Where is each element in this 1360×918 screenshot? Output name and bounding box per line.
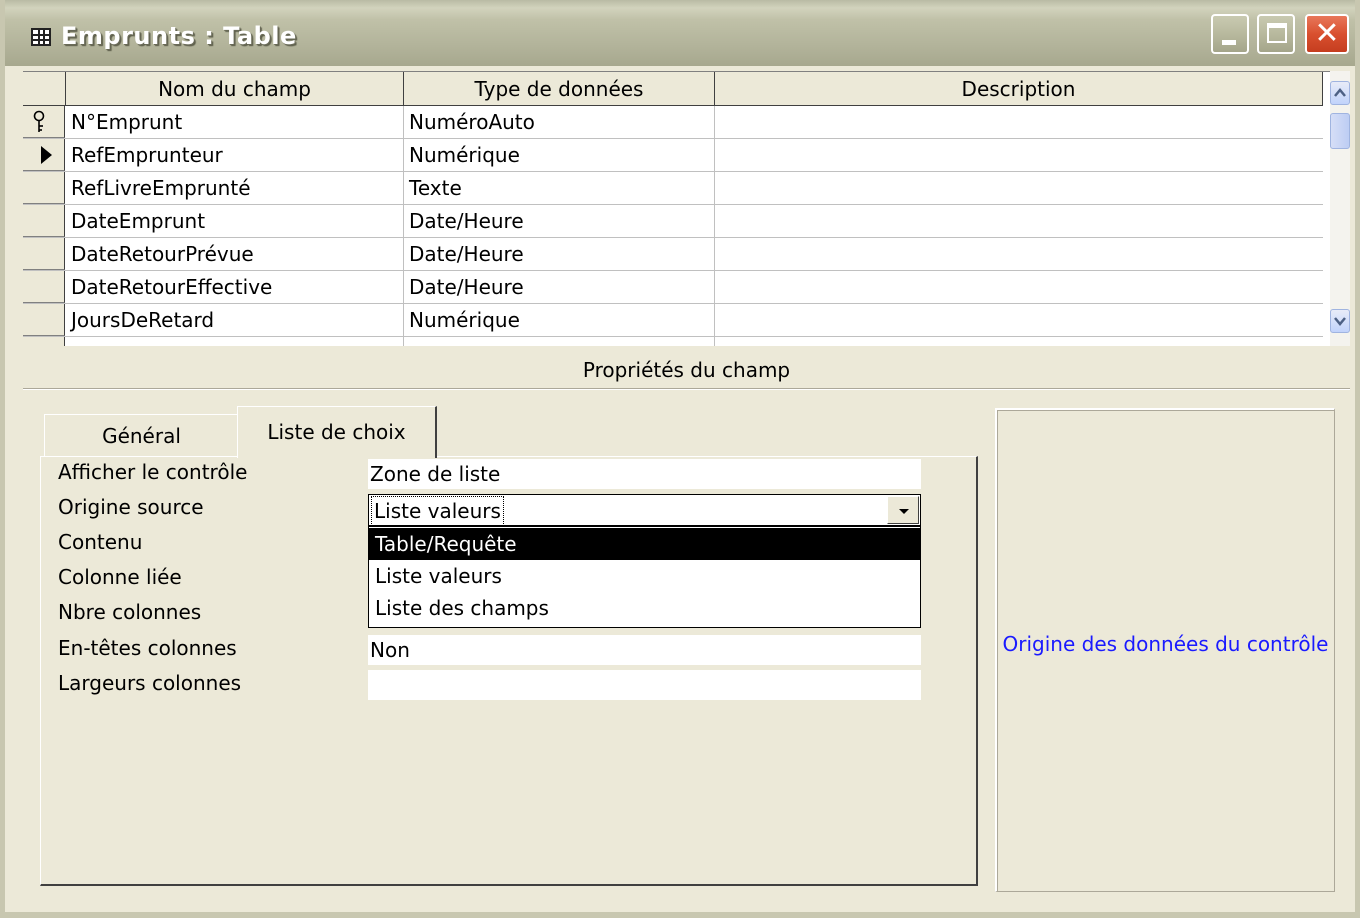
dropdown-option[interactable]: Table/Requête xyxy=(369,528,920,560)
table-row[interactable]: N°Emprunt NuméroAuto xyxy=(23,106,1323,139)
data-type-cell[interactable]: Date/Heure xyxy=(404,238,715,271)
column-heads-field[interactable]: Non xyxy=(368,635,921,665)
column-header-data-type[interactable]: Type de données xyxy=(404,72,715,106)
row-selector[interactable] xyxy=(23,304,65,336)
row-selector[interactable] xyxy=(23,106,65,138)
field-name-cell[interactable]: DateRetourPrévue xyxy=(66,238,404,271)
table-row[interactable] xyxy=(23,337,1323,346)
chevron-down-icon xyxy=(1334,317,1346,326)
close-icon: ✕ xyxy=(1314,16,1340,51)
description-cell[interactable] xyxy=(715,304,1323,337)
property-label-column-heads: En-têtes colonnes xyxy=(58,636,237,660)
current-row-arrow-icon xyxy=(41,146,52,164)
data-type-cell[interactable]: NuméroAuto xyxy=(404,106,715,139)
divider xyxy=(23,388,1350,390)
field-name-cell[interactable]: DateRetourEffective xyxy=(66,271,404,304)
table-row[interactable]: JoursDeRetard Numérique xyxy=(23,304,1323,337)
row-selector[interactable] xyxy=(23,205,65,237)
row-selector[interactable] xyxy=(23,172,65,204)
grid-header: Nom du champ Type de données Description xyxy=(23,72,1323,106)
tab-general[interactable]: Général xyxy=(44,414,238,456)
property-label-row-source: Contenu xyxy=(58,530,143,554)
property-label-row-source-type: Origine source xyxy=(58,495,204,519)
title-bar[interactable]: Emprunts : Table ✕ xyxy=(5,0,1355,66)
property-label-column-count: Nbre colonnes xyxy=(58,600,202,624)
dropdown-option[interactable]: Liste valeurs xyxy=(369,560,920,592)
field-name-cell[interactable]: RefLivreEmprunté xyxy=(66,172,404,205)
field-name-cell[interactable] xyxy=(66,337,404,346)
description-cell[interactable] xyxy=(715,139,1323,172)
vertical-scrollbar[interactable] xyxy=(1330,71,1350,346)
minimize-icon xyxy=(1222,40,1236,45)
row-selector[interactable] xyxy=(23,238,65,270)
column-header-description[interactable]: Description xyxy=(715,72,1323,106)
description-cell[interactable] xyxy=(715,238,1323,271)
row-source-type-combo[interactable]: Liste valeurs xyxy=(368,494,921,526)
column-widths-field[interactable] xyxy=(368,670,921,700)
property-label-bound-column: Colonne liée xyxy=(58,565,182,589)
row-source-type-dropdown-list: Table/Requête Liste valeurs Liste des ch… xyxy=(368,526,921,628)
minimize-button[interactable] xyxy=(1211,14,1249,54)
scroll-up-button[interactable] xyxy=(1330,81,1350,105)
key-icon xyxy=(33,110,45,132)
row-source-type-value: Liste valeurs xyxy=(371,496,504,526)
table-icon xyxy=(31,28,51,46)
data-type-cell[interactable]: Numérique xyxy=(404,139,715,172)
header-selector xyxy=(23,72,66,106)
description-cell[interactable] xyxy=(715,172,1323,205)
table-row[interactable]: DateRetourEffective Date/Heure xyxy=(23,271,1323,304)
data-type-cell[interactable]: Date/Heure xyxy=(404,271,715,304)
scroll-down-button[interactable] xyxy=(1330,309,1350,333)
maximize-icon xyxy=(1267,23,1287,43)
field-grid: Nom du champ Type de données Description… xyxy=(23,71,1330,346)
maximize-button[interactable] xyxy=(1257,14,1295,54)
data-type-cell[interactable] xyxy=(404,337,715,346)
dropdown-option[interactable]: Liste des champs xyxy=(369,592,920,624)
help-text: Origine des données du contrôle xyxy=(1002,632,1329,656)
description-cell[interactable] xyxy=(715,205,1323,238)
close-button[interactable]: ✕ xyxy=(1305,14,1349,54)
description-cell[interactable] xyxy=(715,106,1323,139)
window-title: Emprunts : Table xyxy=(61,22,297,50)
data-type-cell[interactable]: Numérique xyxy=(404,304,715,337)
table-row[interactable]: DateRetourPrévue Date/Heure xyxy=(23,238,1323,271)
description-cell[interactable] xyxy=(715,271,1323,304)
tab-lookup[interactable]: Liste de choix xyxy=(237,406,437,458)
row-selector[interactable] xyxy=(23,139,65,171)
column-header-field-name[interactable]: Nom du champ xyxy=(66,72,404,106)
table-row[interactable]: DateEmprunt Date/Heure xyxy=(23,205,1323,238)
help-panel: Origine des données du contrôle xyxy=(995,408,1335,892)
field-name-cell[interactable]: JoursDeRetard xyxy=(66,304,404,337)
property-label-display-control: Afficher le contrôle xyxy=(58,460,248,484)
field-name-cell[interactable]: DateEmprunt xyxy=(66,205,404,238)
scroll-thumb[interactable] xyxy=(1330,113,1350,149)
table-row[interactable]: RefLivreEmprunté Texte xyxy=(23,172,1323,205)
chevron-up-icon xyxy=(1334,88,1346,97)
row-selector[interactable] xyxy=(23,337,65,346)
field-name-cell[interactable]: N°Emprunt xyxy=(66,106,404,139)
display-control-field[interactable]: Zone de liste xyxy=(368,459,921,489)
data-type-cell[interactable]: Date/Heure xyxy=(404,205,715,238)
table-row[interactable]: RefEmprunteur Numérique xyxy=(23,139,1323,172)
row-selector[interactable] xyxy=(23,271,65,303)
property-label-column-widths: Largeurs colonnes xyxy=(58,671,242,695)
dropdown-button[interactable] xyxy=(887,496,919,524)
field-properties-title: Propriétés du champ xyxy=(582,358,791,382)
field-name-cell[interactable]: RefEmprunteur xyxy=(66,139,404,172)
data-type-cell[interactable]: Texte xyxy=(404,172,715,205)
